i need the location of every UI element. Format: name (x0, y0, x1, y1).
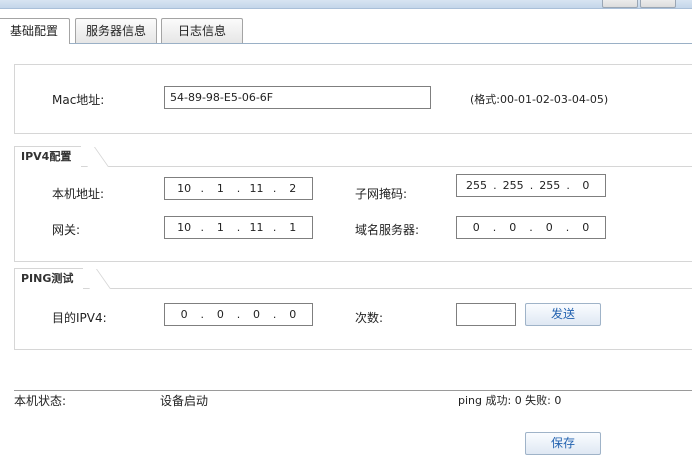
local-address-label: 本机地址: (52, 187, 105, 201)
ping-target-label: 目的IPV4: (52, 311, 107, 325)
tab-server-info[interactable]: 服务器信息 (75, 18, 157, 43)
status-value: 设备启动 (160, 394, 209, 408)
dns-server-input[interactable]: 0.0.0.0 (456, 216, 606, 239)
ping-target-input[interactable]: 0.0.0.0 (164, 303, 313, 326)
subnet-mask-input[interactable]: 255. 255. 255. 0 (456, 174, 606, 197)
window-top-strip (0, 0, 692, 9)
save-button[interactable]: 保存 (525, 432, 601, 455)
send-button[interactable]: 发送 (525, 303, 601, 326)
gateway-input[interactable]: 10. 1. 11. 1 (164, 216, 313, 239)
mac-format-hint: (格式:00-01-02-03-04-05) (470, 93, 609, 106)
window-close-button[interactable] (640, 0, 676, 8)
local-address-input[interactable]: 10. 1. 11. 2 (164, 177, 313, 200)
subnet-mask-label: 子网掩码: (355, 187, 408, 201)
status-label: 本机状态: (14, 394, 67, 408)
window-minimize-button[interactable] (602, 0, 638, 8)
ping-result-text: ping 成功: 0 失败: 0 (458, 394, 562, 407)
tab-basic-config[interactable]: 基础配置 (0, 18, 70, 44)
mac-label: Mac地址: (52, 93, 105, 107)
status-divider (14, 390, 692, 391)
ipv4-legend: IPV4配置 (14, 146, 81, 167)
dns-server-label: 域名服务器: (355, 223, 420, 237)
mac-input[interactable]: 54-89-98-E5-06-6F (164, 86, 431, 109)
ping-count-input[interactable] (456, 303, 516, 326)
tab-log-info[interactable]: 日志信息 (161, 18, 243, 43)
gateway-label: 网关: (52, 223, 81, 237)
tab-bar: 基础配置 服务器信息 日志信息 (0, 18, 692, 44)
ping-count-label: 次数: (355, 311, 384, 325)
ping-legend: PING测试 (14, 268, 83, 289)
